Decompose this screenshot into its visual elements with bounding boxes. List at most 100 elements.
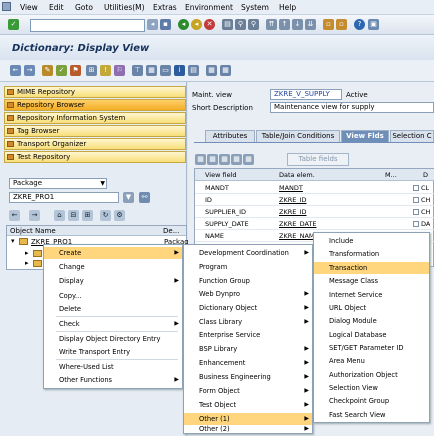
data-element-cell[interactable]: MANDT: [279, 182, 303, 194]
collapsed-triangle-icon[interactable]: ▸: [25, 249, 29, 257]
dropdown-chevron-icon[interactable]: ▼: [123, 192, 134, 203]
help-icon[interactable]: ?: [354, 19, 365, 30]
back-icon[interactable]: ◂: [178, 19, 189, 30]
table-row[interactable]: SUPPLY_DATE ZKRE_DATE DA: [195, 218, 434, 230]
menu-item-where-used-list[interactable]: Where-Used List: [44, 361, 182, 373]
back-arrow-icon[interactable]: ←: [10, 65, 21, 76]
screen-icon[interactable]: ▭: [160, 65, 171, 76]
menu-item-enterprise-service[interactable]: Enterprise Service: [184, 329, 312, 341]
menu-extras[interactable]: Extras: [153, 3, 177, 12]
menu-item-logical-database[interactable]: Logical Database: [314, 329, 429, 341]
object-type-dropdown[interactable]: Package ▼: [9, 178, 107, 189]
tab-table-join-conditions[interactable]: Table/Join Conditions: [256, 130, 340, 142]
insert-row-icon[interactable]: ▦: [231, 154, 242, 165]
check-icon[interactable]: ✓: [56, 65, 67, 76]
menu-item-form-object[interactable]: Form Object ▶: [184, 385, 312, 397]
customize-layout-icon[interactable]: ▣: [368, 19, 379, 30]
menu-item-authorization-object[interactable]: Authorization Object: [314, 369, 429, 381]
collapse-icon[interactable]: ⊟: [68, 210, 79, 221]
navigate-forward-icon[interactable]: →: [29, 210, 40, 221]
nav-transport-organizer[interactable]: Transport Organizer: [4, 138, 186, 150]
menu-item-create[interactable]: Create ▶: [44, 247, 182, 259]
menu-item-dictionary-object[interactable]: Dictionary Object ▶: [184, 302, 312, 314]
menu-view[interactable]: View: [20, 3, 38, 12]
paste-row-icon[interactable]: ▦: [219, 154, 230, 165]
menu-item-program[interactable]: Program: [184, 261, 312, 273]
last-page-icon[interactable]: ⇊: [305, 19, 316, 30]
hierarchy-icon[interactable]: ⊤: [132, 65, 143, 76]
where-used-icon[interactable]: ⊞: [86, 65, 97, 76]
menu-item-transformation[interactable]: Transformation: [314, 248, 429, 260]
menu-item-business-engineering[interactable]: Business Engineering ▶: [184, 371, 312, 383]
table-row[interactable]: SUPPLIER_ID ZKRE_ID CH: [195, 206, 434, 218]
menu-item-web-dynpro[interactable]: Web Dynpro ▶: [184, 288, 312, 300]
display-object-list-icon[interactable]: !: [100, 65, 111, 76]
new-session-icon[interactable]: ▫: [323, 19, 334, 30]
menu-item-other-functions[interactable]: Other Functions ▶: [44, 374, 182, 386]
menu-item-write-transport-entry[interactable]: Write Transport Entry: [44, 346, 182, 358]
expand-triangle-icon[interactable]: ▾: [11, 237, 15, 245]
structure-icon[interactable]: ▦: [220, 65, 231, 76]
forward-arrow-icon[interactable]: →: [24, 65, 35, 76]
checkbox[interactable]: [413, 209, 419, 215]
shortcut-icon[interactable]: ▫: [336, 19, 347, 30]
package-input[interactable]: ZKRE_PRO1: [9, 192, 119, 203]
menu-item-class-library[interactable]: Class Library ▶: [184, 316, 312, 328]
menu-utilities[interactable]: Utilities(M): [104, 3, 145, 12]
tab-selection-conditions[interactable]: Selection C: [390, 130, 434, 142]
menu-item-function-group[interactable]: Function Group: [184, 275, 312, 287]
navigation-icon[interactable]: ⚐: [114, 65, 125, 76]
submit-command-icon[interactable]: ◂: [147, 19, 158, 30]
system-menu-icon[interactable]: [2, 2, 11, 11]
menu-item-fast-search-view[interactable]: Fast Search View: [314, 409, 429, 421]
save-icon[interactable]: ▪: [160, 19, 171, 30]
menu-goto[interactable]: Goto: [75, 3, 93, 12]
data-element-cell[interactable]: ZKRE_NAM: [279, 230, 315, 242]
table-contents-icon[interactable]: ▦: [206, 65, 217, 76]
checkbox[interactable]: [413, 221, 419, 227]
expand-icon[interactable]: ⊞: [82, 210, 93, 221]
activate-icon[interactable]: ⚑: [70, 65, 81, 76]
menu-item-bsp-library[interactable]: BSP Library ▶: [184, 343, 312, 355]
data-element-cell[interactable]: ZKRE_ID: [279, 206, 307, 218]
nav-test-repository[interactable]: Test Repository: [4, 151, 186, 163]
menu-item-enhancement[interactable]: Enhancement ▶: [184, 357, 312, 369]
collapsed-triangle-icon[interactable]: ▸: [25, 259, 29, 267]
find-icon[interactable]: ⚲: [235, 19, 246, 30]
menu-help[interactable]: Help: [279, 3, 296, 12]
table-display-icon[interactable]: ▦: [146, 65, 157, 76]
info-icon[interactable]: i: [174, 65, 185, 76]
prev-page-icon[interactable]: ↑: [279, 19, 290, 30]
menu-item-include[interactable]: Include: [314, 235, 429, 247]
nav-tag-browser[interactable]: Tag Browser: [4, 125, 186, 137]
delete-row-icon[interactable]: ▦: [243, 154, 254, 165]
menu-item-display-object-directory-entry[interactable]: Display Object Directory Entry: [44, 333, 182, 345]
table-row[interactable]: ID ZKRE_ID CH: [195, 194, 434, 206]
menu-environment[interactable]: Environment: [185, 3, 233, 12]
display-glasses-icon[interactable]: ⚯: [139, 192, 150, 203]
menu-item-test-object[interactable]: Test Object ▶: [184, 399, 312, 411]
menu-item-copy[interactable]: Copy...: [44, 290, 182, 302]
nav-repository-browser[interactable]: Repository Browser: [4, 99, 186, 111]
menu-item-change[interactable]: Change: [44, 261, 182, 273]
checkbox[interactable]: [413, 185, 419, 191]
menu-item-other-2[interactable]: Other (2) ▶: [184, 423, 312, 435]
checkbox[interactable]: [413, 197, 419, 203]
menu-item-dialog-module[interactable]: Dialog Module: [314, 315, 429, 327]
menu-item-development-coordination[interactable]: Development Coordination ▶: [184, 247, 312, 259]
display-change-icon[interactable]: ✎: [42, 65, 53, 76]
menu-item-delete[interactable]: Delete: [44, 303, 182, 315]
menu-item-message-class[interactable]: Message Class: [314, 275, 429, 287]
table-fields-button[interactable]: Table fields: [287, 153, 349, 166]
nav-repository-information-system[interactable]: Repository Information System: [4, 112, 186, 124]
data-element-cell[interactable]: ZKRE_ID: [279, 194, 307, 206]
nav-mime-repository[interactable]: MIME Repository: [4, 86, 186, 98]
copy-row-icon[interactable]: ▦: [207, 154, 218, 165]
up-level-icon[interactable]: ⌂: [54, 210, 65, 221]
first-page-icon[interactable]: ⇈: [266, 19, 277, 30]
tab-view-flds[interactable]: View Flds: [341, 130, 389, 142]
menu-item-checkpoint-group[interactable]: Checkpoint Group: [314, 395, 429, 407]
menu-item-area-menu[interactable]: Area Menu: [314, 355, 429, 367]
menu-item-selection-view[interactable]: Selection View: [314, 382, 429, 394]
print-icon[interactable]: ▤: [222, 19, 233, 30]
